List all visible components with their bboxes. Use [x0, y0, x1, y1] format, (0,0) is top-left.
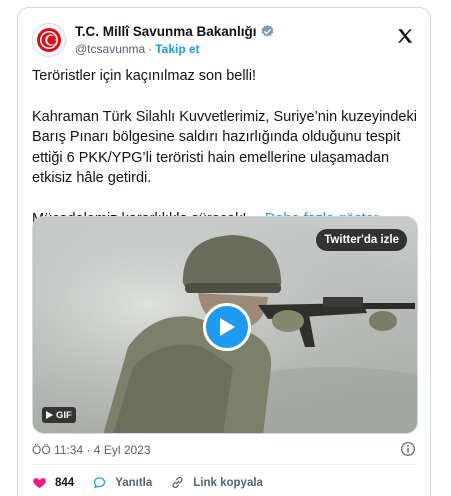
copy-link-label: Link kopyala — [193, 476, 263, 489]
avatar[interactable] — [32, 23, 66, 57]
heart-icon — [33, 478, 46, 489]
link-icon — [172, 476, 183, 489]
reply-button[interactable]: Yanıtla — [92, 475, 152, 490]
play-button[interactable] — [203, 303, 251, 351]
x-logo-icon[interactable] — [396, 27, 414, 45]
follow-button[interactable]: Takip et — [155, 41, 199, 57]
tweet-timestamp[interactable]: ÖÖ 11:34 · 4 Eyl 2023 — [32, 443, 151, 457]
emblem-icon — [37, 28, 61, 52]
watch-on-twitter-button[interactable]: Twitter'da izle — [316, 229, 407, 251]
tweet-header: T.C. Millî Savunma Bakanlığı @tcsavunma … — [32, 19, 416, 61]
tweet-card: T.C. Millî Savunma Bakanlığı @tcsavunma … — [17, 7, 431, 496]
play-icon — [220, 318, 235, 336]
like-button[interactable]: 844 — [32, 475, 74, 490]
gif-badge: GIF — [42, 407, 76, 423]
tweet-headline: Teröristler için kaçınılmaz son belli! — [32, 68, 257, 84]
display-name[interactable]: T.C. Millî Savunma Bakanlığı — [75, 24, 257, 40]
account-handle[interactable]: @tcsavunma — [75, 41, 145, 57]
small-play-icon — [46, 411, 53, 419]
info-icon[interactable] — [400, 441, 416, 457]
timestamp-text[interactable]: ÖÖ 11:34 · 4 Eyl 2023 — [32, 443, 151, 457]
video-player[interactable]: Twitter'da izle GIF — [32, 216, 418, 434]
tweet-actions: 844 Yanıtla Link kopyala — [32, 475, 281, 490]
reply-icon — [94, 477, 106, 489]
like-count: 844 — [55, 476, 75, 489]
separator: · — [148, 41, 153, 56]
copy-link-button[interactable]: Link kopyala — [170, 475, 263, 490]
divider — [32, 464, 416, 465]
gif-label: GIF — [56, 409, 72, 421]
tweet-paragraph: Kahraman Türk Silahlı Kuvvetlerimiz, Sur… — [32, 108, 417, 187]
verified-badge-icon — [261, 24, 274, 37]
account-names: T.C. Millî Savunma Bakanlığı @tcsavunma … — [75, 24, 275, 57]
reply-label: Yanıtla — [115, 476, 153, 489]
